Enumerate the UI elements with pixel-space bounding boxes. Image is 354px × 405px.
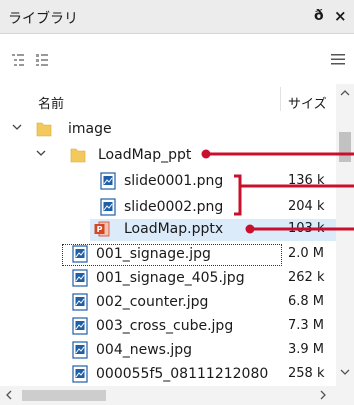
file-size: 103 k (288, 221, 325, 236)
file-size: 7.3 M (288, 318, 325, 333)
close-icon[interactable]: × (334, 7, 347, 25)
file-size: 2.0 M (288, 246, 325, 261)
image-file-icon (72, 293, 88, 311)
tree-row-file[interactable]: 002_counter.jpg 6.8 M (0, 292, 336, 314)
list-view-icon[interactable] (36, 54, 48, 66)
tree-row-file[interactable]: slide0001.png 136 k (0, 171, 336, 193)
file-size: 3.9 M (288, 342, 325, 357)
image-file-icon (72, 365, 88, 383)
tree-row-folder[interactable]: image (0, 119, 336, 141)
svg-text:P: P (97, 225, 103, 234)
folder-icon (36, 122, 52, 137)
tree-row-file[interactable]: 003_cross_cube.jpg 7.3 M (0, 316, 336, 338)
tree-row-folder[interactable]: LoadMap_ppt (0, 145, 336, 167)
chevron-down-icon[interactable] (36, 148, 46, 158)
tree-item-label: 001_signage_405.jpg (96, 270, 245, 286)
image-file-icon (100, 198, 116, 216)
tree-item-label: slide0002.png (124, 199, 224, 215)
scroll-down-icon[interactable] (340, 367, 350, 377)
scrollbar-corner (336, 386, 354, 405)
tree-row-file[interactable]: 004_news.jpg 3.9 M (0, 340, 336, 362)
scroll-up-icon[interactable] (340, 88, 350, 98)
file-size: 258 k (288, 366, 325, 381)
file-size: 136 k (288, 173, 325, 188)
tree-item-label: 002_counter.jpg (96, 294, 209, 310)
column-header: 名前 サイズ (0, 84, 354, 114)
horizontal-scrollbar[interactable] (0, 386, 336, 405)
tree-item-label: 004_news.jpg (96, 342, 193, 358)
pin-icon[interactable]: ð (314, 8, 324, 24)
column-name-header[interactable]: 名前 (38, 93, 64, 112)
image-file-icon (72, 245, 88, 263)
tree-row-file[interactable]: 001_signage.jpg 2.0 M (0, 244, 336, 266)
tree-row-file-selected[interactable]: P LoadMap.pptx 103 k (90, 219, 336, 241)
menu-icon[interactable] (331, 52, 345, 66)
tree-item-label: slide0001.png (124, 173, 224, 189)
image-file-icon (72, 269, 88, 287)
scroll-left-icon[interactable] (4, 390, 14, 400)
scroll-right-icon[interactable] (318, 390, 328, 400)
file-size: 204 k (288, 199, 325, 214)
file-size: 262 k (288, 270, 325, 285)
image-file-icon (72, 317, 88, 335)
vertical-scrollbar[interactable] (336, 84, 354, 386)
panel-title: ライブラリ (8, 11, 78, 27)
tree-item-label: image (68, 121, 112, 137)
tree-item-label: 001_signage.jpg (96, 246, 211, 262)
panel-toolbar (0, 34, 354, 84)
panel-titlebar: ライブラリ ð × (0, 0, 354, 34)
tree-item-label: 003_cross_cube.jpg (96, 318, 234, 334)
folder-icon (70, 148, 86, 163)
horizontal-scroll-thumb[interactable] (22, 390, 106, 401)
vertical-scroll-thumb[interactable] (339, 132, 351, 162)
chevron-down-icon[interactable] (12, 122, 22, 132)
tree-row-file[interactable]: 001_signage_405.jpg 262 k (0, 268, 336, 290)
file-tree: image LoadMap_ppt slide0001.png 136 k sl… (0, 114, 336, 386)
tree-item-label: LoadMap.pptx (124, 221, 224, 237)
tree-row-file[interactable]: 000055f5_08111212080 258 k (0, 364, 336, 386)
image-file-icon (72, 341, 88, 359)
tree-item-label: 000055f5_08111212080 (96, 366, 269, 382)
column-separator[interactable] (280, 87, 281, 111)
tree-row-file[interactable]: slide0002.png 204 k (0, 197, 336, 219)
tree-item-label: LoadMap_ppt (98, 147, 192, 163)
file-size: 6.8 M (288, 294, 325, 309)
column-size-header[interactable]: サイズ (288, 93, 327, 112)
tree-view-icon[interactable] (12, 54, 24, 66)
image-file-icon (100, 172, 116, 190)
pptx-file-icon: P (94, 221, 110, 237)
